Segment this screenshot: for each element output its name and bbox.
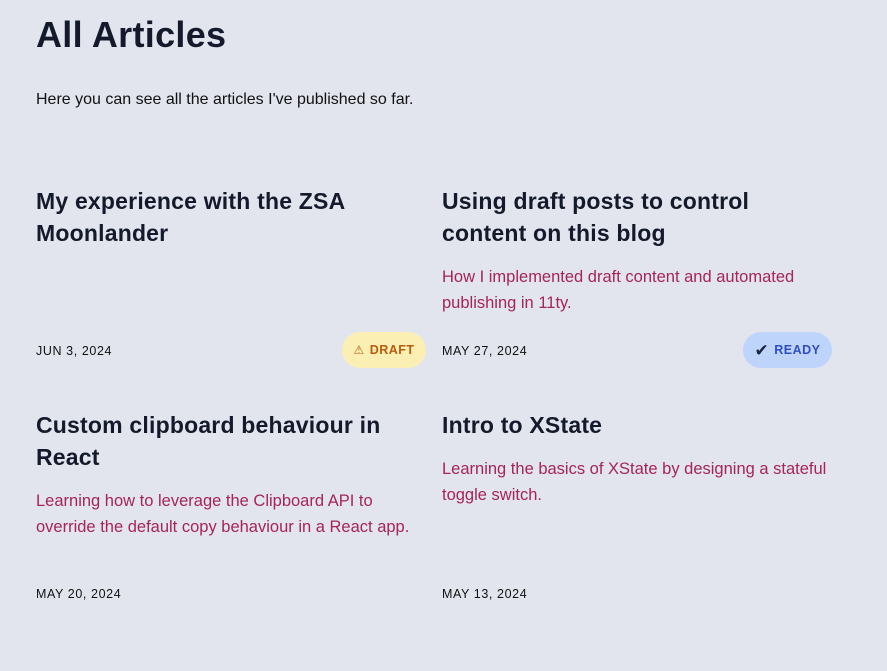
- badge-label: READY: [774, 343, 821, 357]
- status-badge-draft: ⚠ DRAFT: [342, 332, 426, 368]
- article-card[interactable]: Custom clipboard behaviour in React Lear…: [36, 409, 426, 609]
- article-title[interactable]: Intro to XState: [442, 409, 832, 441]
- status-badge-ready: ✔ READY: [743, 332, 832, 368]
- article-date: MAY 13, 2024: [442, 587, 528, 601]
- page-intro: Here you can see all the articles I've p…: [36, 91, 414, 108]
- article-description: Learning the basics of XState by designi…: [442, 460, 827, 504]
- article-date: JUN 3, 2024: [36, 344, 113, 358]
- article-date: MAY 27, 2024: [442, 344, 528, 358]
- article-card[interactable]: Intro to XState Learning the basics of X…: [442, 409, 832, 609]
- checkmark-icon: ✔: [754, 340, 770, 360]
- article-description: Learning how to leverage the Clipboard A…: [36, 492, 410, 536]
- page-title: All Articles: [36, 14, 227, 55]
- article-title[interactable]: My experience with the ZSA Moonlander: [36, 185, 426, 249]
- article-date: MAY 20, 2024: [36, 587, 122, 601]
- warning-icon: ⚠: [353, 343, 365, 357]
- article-title[interactable]: Using draft posts to control content on …: [442, 185, 832, 249]
- article-card[interactable]: Using draft posts to control content on …: [442, 185, 832, 370]
- article-description: How I implemented draft content and auto…: [442, 268, 795, 312]
- article-card[interactable]: My experience with the ZSA Moonlander JU…: [36, 185, 426, 370]
- badge-label: DRAFT: [369, 343, 415, 357]
- article-title[interactable]: Custom clipboard behaviour in React: [36, 409, 426, 473]
